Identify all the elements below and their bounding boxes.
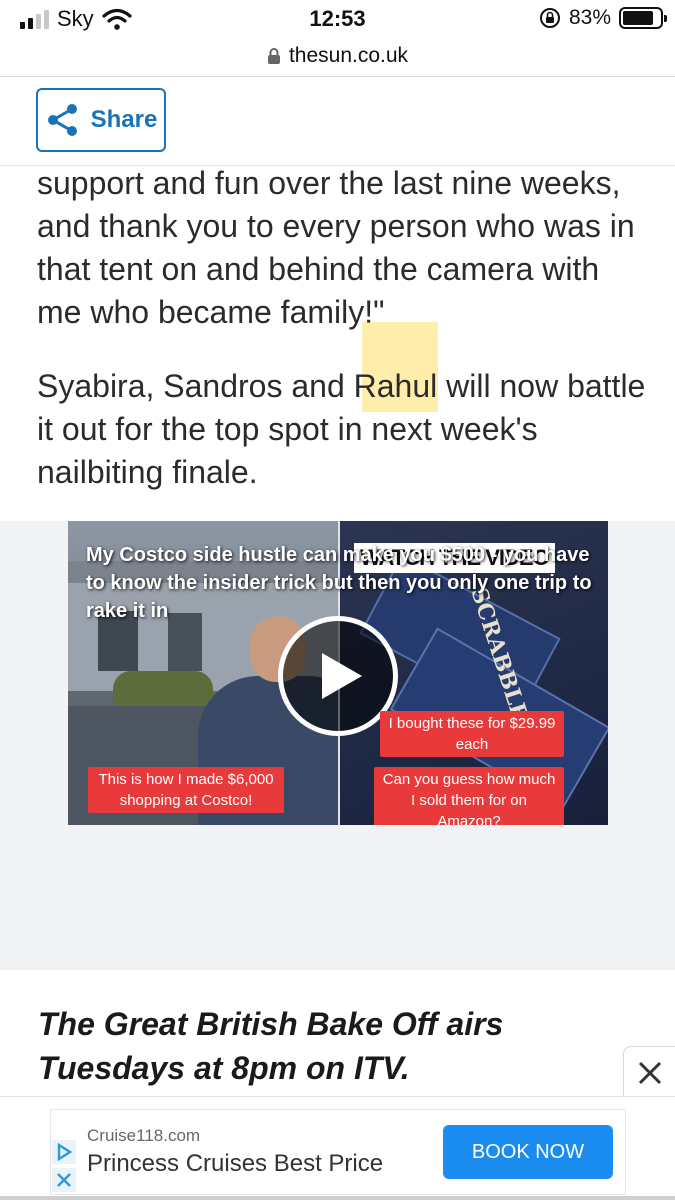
close-icon [638,1061,661,1084]
share-label: Share [90,106,158,133]
video-caption: I bought these for $29.99 each [380,711,564,757]
rotation-lock-icon [539,8,560,28]
article-paragraph: support and fun over the last nine weeks… [37,165,635,330]
status-left: Sky [20,6,132,32]
battery-fill [623,11,653,25]
signal-bar [36,14,41,29]
article-paragraph: Syabira, Sandros and Rahul will now batt… [37,368,646,490]
battery-percent: 83% [568,6,611,29]
signal-bar [28,18,33,29]
address-bar[interactable]: thesun.co.uk [0,36,675,76]
divider [0,76,675,77]
video-caption: This is how I made $6,000 shopping at Co… [88,767,284,813]
battery-icon [619,7,667,29]
close-icon [57,1173,71,1187]
ad-card[interactable]: Cruise118.com Princess Cruises Best Pric… [50,1109,626,1195]
ad-title: Princess Cruises Best Price [87,1150,384,1177]
ad-source: Cruise118.com [87,1126,201,1145]
ad-close-button[interactable] [623,1046,675,1098]
signal-bar [20,22,25,29]
padlock-icon [267,48,280,64]
bottom-strip [0,1196,675,1200]
ad-choices[interactable] [52,1140,76,1194]
url-text: thesun.co.uk [288,44,409,67]
ad-choices-icon[interactable] [52,1140,76,1164]
share-icon [47,104,77,136]
video-section: SCRABBLE WATCH THE VIDEO My Costco side … [0,521,675,970]
status-right: 83% [539,6,667,30]
book-now-button[interactable]: BOOK NOW [443,1125,613,1179]
signal-icon [20,9,49,29]
show-info: The Great British Bake Off airs Tuesdays… [38,1006,504,1086]
ad-banner: Cruise118.com Princess Cruises Best Pric… [0,1096,675,1200]
video-headline: My Costco side hustle can make you $500 … [86,544,592,622]
wifi-icon [102,8,132,30]
battery-nub [664,15,667,22]
signal-bar [44,10,49,29]
status-bar: Sky 12:53 83% [0,0,675,36]
video-player[interactable]: SCRABBLE WATCH THE VIDEO My Costco side … [68,521,608,825]
ad-dismiss-icon[interactable] [52,1168,76,1192]
video-caption: Can you guess how much I sold them for o… [374,767,564,825]
carrier-name: Sky [57,6,94,31]
ad-choices-triangle-icon [57,1143,73,1161]
shrubs [113,671,213,705]
play-icon [322,653,362,699]
share-button[interactable]: Share [36,88,166,152]
